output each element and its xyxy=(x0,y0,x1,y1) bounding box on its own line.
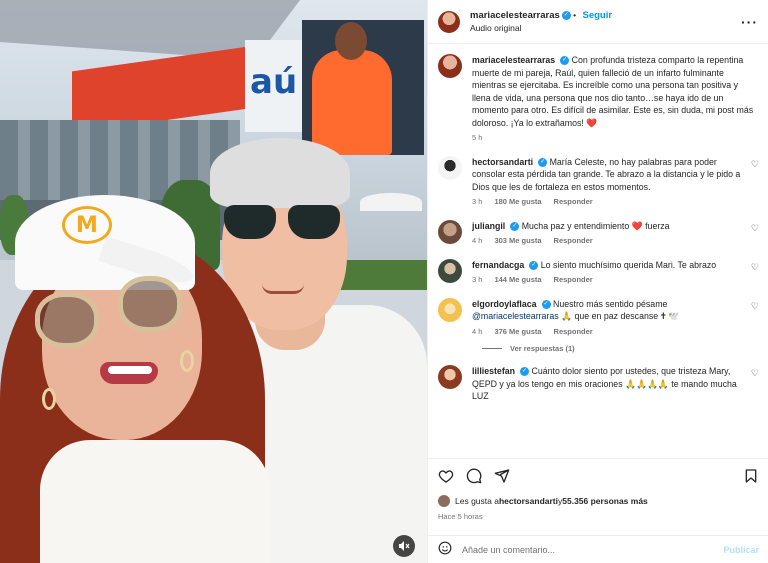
man-smile xyxy=(262,284,304,294)
post-header: mariacelestearraras ✓ • Seguir Audio orig… xyxy=(428,0,768,44)
verified-icon: ✓ xyxy=(560,56,570,66)
avatar[interactable] xyxy=(438,258,462,283)
comment-time: 3 h xyxy=(472,275,483,284)
comment-likes[interactable]: 180 Me gusta xyxy=(494,197,541,206)
heart-emoji: ❤️ xyxy=(586,117,598,128)
view-replies-button[interactable]: Ver respuestas (1) xyxy=(482,344,759,353)
woman-shirt xyxy=(40,440,270,563)
comment-text-continued: 🙏 que en paz descanse 🕇 🕊️ xyxy=(561,311,680,321)
avatar[interactable] xyxy=(438,54,462,78)
man-hair xyxy=(210,138,350,208)
avatar[interactable] xyxy=(438,365,462,389)
comment-row: juliangil ✓ Mucha paz y entendimiento ❤️ … xyxy=(438,219,759,248)
add-comment-bar: Publicar xyxy=(428,535,768,563)
caption-username[interactable]: mariacelestearraras xyxy=(472,55,555,65)
comment-time: 3 h xyxy=(472,197,483,206)
verified-icon: ✓ xyxy=(529,260,539,270)
emoji-icon[interactable] xyxy=(438,541,452,558)
liker-username[interactable]: hectorsandarti xyxy=(499,496,558,506)
comment-likes[interactable]: 303 Me gusta xyxy=(494,236,541,245)
header-text: mariacelestearraras ✓ • Seguir Audio orig… xyxy=(470,9,613,35)
man-sunglasses xyxy=(222,205,342,243)
publish-button[interactable]: Publicar xyxy=(723,545,759,555)
heart-icon[interactable]: ♡ xyxy=(745,368,759,379)
avatar[interactable] xyxy=(438,219,462,244)
heart-icon[interactable]: ♡ xyxy=(745,301,759,312)
screen-player-head xyxy=(335,22,367,60)
comment-username[interactable]: lilliestefan xyxy=(472,366,515,376)
woman-sunglasses xyxy=(30,272,190,352)
banner-text: aú xyxy=(250,62,298,102)
verified-icon: ✓ xyxy=(510,221,520,231)
heart-icon[interactable]: ♡ xyxy=(745,262,759,273)
comment-username[interactable]: elgordoylaflaca xyxy=(472,299,537,309)
verified-icon: ✓ xyxy=(561,10,571,20)
heart-icon[interactable] xyxy=(438,468,454,489)
comment-text: Nuestro más sentido pésame xyxy=(553,298,668,309)
mention-link[interactable]: @mariacelestearraras xyxy=(472,311,559,321)
comment-time: 4 h xyxy=(472,326,483,336)
comment-row: lilliestefan ✓ Cuánto dolor siento por us… xyxy=(438,365,759,403)
comments-list[interactable]: mariacelestearraras ✓ Con profunda triste… xyxy=(428,44,768,458)
more-horizontal-icon[interactable]: ··· xyxy=(741,14,758,30)
post-sidebar: mariacelestearraras ✓ • Seguir Audio orig… xyxy=(427,0,768,563)
comment-time: 4 h xyxy=(472,236,483,245)
reply-button[interactable]: Responder xyxy=(554,236,593,245)
post-photo[interactable]: aú M xyxy=(0,0,427,563)
umbrella xyxy=(360,193,422,211)
verified-icon: ✓ xyxy=(541,299,551,309)
likes-summary: Les gusta a hectorsandarti y 55.356 pers… xyxy=(438,495,759,507)
post-actions: Les gusta a hectorsandarti y 55.356 pers… xyxy=(428,458,768,521)
comment-likes[interactable]: 144 Me gusta xyxy=(494,275,541,284)
avatar[interactable] xyxy=(438,297,462,322)
reply-button[interactable]: Responder xyxy=(554,275,593,284)
earring xyxy=(42,388,56,410)
audio-label[interactable]: Audio original xyxy=(470,22,612,35)
reply-button[interactable]: Responder xyxy=(554,327,593,336)
comment-row: hectorsandarti ✓ María Celeste, no hay pa… xyxy=(438,155,759,209)
comment-text: Lo siento muchísimo querida Mari. Te abr… xyxy=(540,259,717,270)
screen-player xyxy=(312,50,392,155)
caption-text: Con profunda tristeza comparto la repent… xyxy=(472,55,754,128)
comment-text: Mucha paz y entendimiento ❤️ fuerza xyxy=(521,220,670,231)
avatar[interactable] xyxy=(438,155,462,180)
heart-icon[interactable]: ♡ xyxy=(745,223,759,234)
comment-input[interactable] xyxy=(462,544,724,555)
bookmark-icon[interactable] xyxy=(743,468,759,489)
follow-button[interactable]: Seguir xyxy=(583,10,613,21)
comment-username[interactable]: juliangil xyxy=(472,221,505,231)
speaker-muted-icon[interactable] xyxy=(393,535,415,557)
woman-teeth xyxy=(108,366,152,374)
avatar[interactable] xyxy=(438,495,450,507)
header-username[interactable]: mariacelestearraras xyxy=(470,10,560,21)
likes-count[interactable]: 55.356 personas más xyxy=(562,496,648,506)
caption-time: 5 h xyxy=(472,133,483,142)
heart-icon[interactable]: ♡ xyxy=(745,159,759,170)
avatar[interactable] xyxy=(438,10,460,33)
instagram-post: aú M mariacelestearraras ✓ • Seguir Audi… xyxy=(0,0,768,563)
comment-row: fernandacga ✓ Lo siento muchísimo querida… xyxy=(438,258,759,287)
comment-username[interactable]: hectorsandarti xyxy=(472,157,533,167)
comment-likes[interactable]: 376 Me gusta xyxy=(494,327,541,336)
comment-row: elgordoylaflaca ✓ Nuestro más sentido pés… xyxy=(438,297,759,339)
reply-button[interactable]: Responder xyxy=(554,197,593,206)
comment-username[interactable]: fernandacga xyxy=(472,260,524,270)
verified-icon: ✓ xyxy=(520,367,530,377)
verified-icon: ✓ xyxy=(538,157,548,167)
posted-time[interactable]: Hace 5 horas xyxy=(438,512,759,521)
cap-logo: M xyxy=(62,206,112,244)
comment-icon[interactable] xyxy=(466,468,482,489)
caption: mariacelestearraras ✓ Con profunda triste… xyxy=(438,54,759,145)
share-icon[interactable] xyxy=(494,468,510,489)
earring xyxy=(180,350,194,372)
